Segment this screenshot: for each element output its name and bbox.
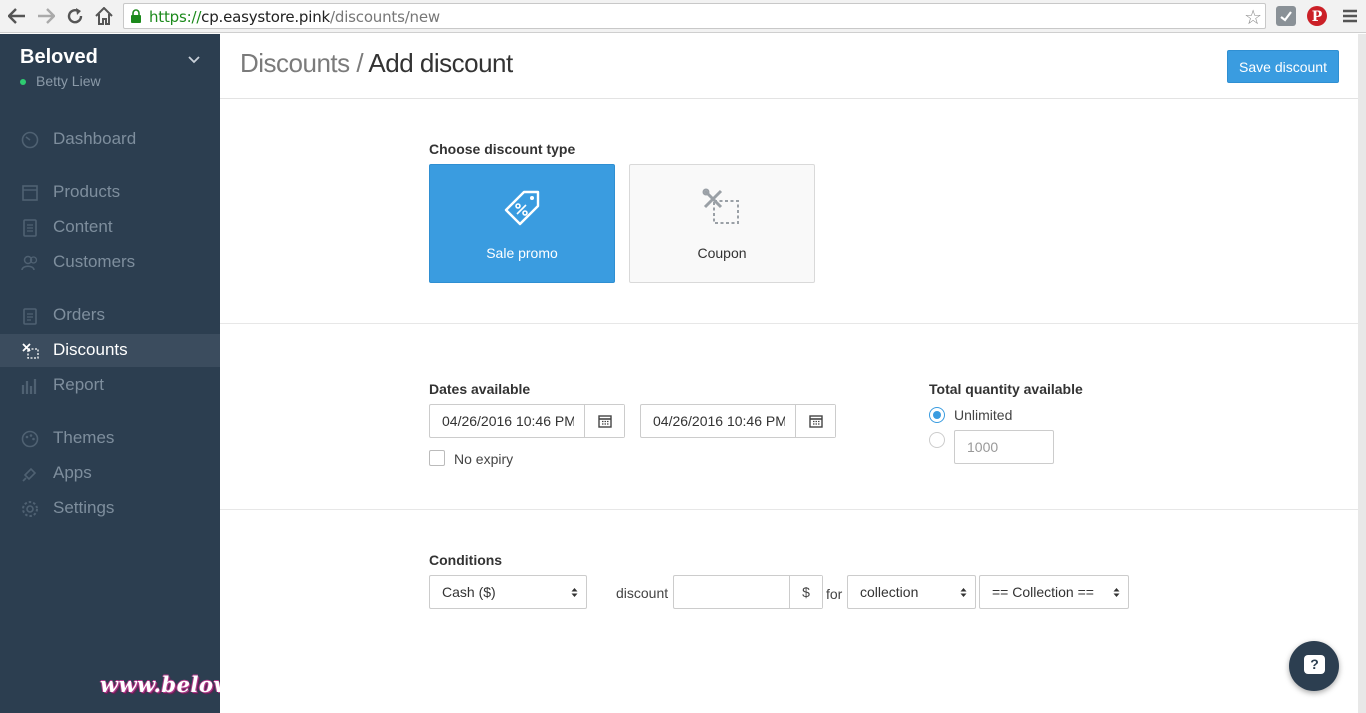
reload-icon[interactable] (63, 4, 87, 28)
section-divider (220, 323, 1358, 324)
sidebar-item-apps[interactable]: Apps (0, 457, 220, 490)
target-select[interactable]: collection (847, 575, 976, 609)
svg-text:P: P (1312, 9, 1323, 25)
pinterest-icon[interactable]: P (1307, 6, 1327, 26)
collection-value: == Collection == (992, 584, 1094, 600)
sidebar-item-orders[interactable]: Orders (0, 299, 220, 332)
start-date-input[interactable]: 04/26/2016 10:46 PM (429, 404, 625, 438)
discount-type-select[interactable]: Cash ($) (429, 575, 587, 609)
collection-select[interactable]: == Collection == (979, 575, 1129, 609)
sidebar-item-label: Apps (53, 463, 92, 482)
start-date-value: 04/26/2016 10:46 PM (442, 413, 574, 429)
bookmark-star-icon[interactable]: ☆ (1244, 5, 1262, 30)
calendar-icon[interactable] (584, 405, 624, 437)
discount-type-value: Cash ($) (442, 584, 496, 600)
scrollbar[interactable] (1358, 34, 1366, 713)
sidebar-item-report[interactable]: Report (0, 369, 220, 402)
save-discount-button[interactable]: Save discount (1227, 50, 1339, 83)
settings-icon (22, 501, 38, 517)
apps-icon (22, 467, 37, 482)
sidebar-item-themes[interactable]: Themes (0, 422, 220, 455)
quantity-limit-input[interactable]: 1000 (954, 430, 1054, 464)
for-label: for (826, 586, 843, 602)
browser-toolbar: https://cp.easystore.pink/discounts/new … (0, 0, 1366, 33)
online-status-dot (20, 79, 26, 85)
help-icon: ? (1304, 655, 1325, 674)
chrome-menu-icon[interactable] (1340, 6, 1360, 26)
sidebar-item-label: Themes (53, 428, 115, 447)
main-content: Discounts / Add discount Save discount C… (220, 34, 1358, 713)
sidebar-item-settings[interactable]: Settings (0, 492, 220, 525)
sidebar-item-label: Report (53, 375, 105, 394)
coupon-option[interactable]: Coupon (629, 164, 815, 283)
help-chat-button[interactable]: ? (1289, 641, 1339, 691)
sidebar-item-discounts[interactable]: Discounts (0, 334, 220, 367)
sidebar-item-label: Products (53, 182, 121, 201)
no-expiry-checkbox[interactable] (429, 450, 445, 466)
discount-amount-input[interactable]: $ (673, 575, 823, 609)
currency-addon: $ (789, 576, 822, 608)
sidebar-item-dashboard[interactable]: Dashboard (0, 123, 220, 156)
themes-icon (21, 430, 39, 448)
breadcrumb: Discounts / Add discount (240, 48, 513, 79)
limited-radio[interactable] (929, 432, 945, 448)
breadcrumb-separator: / (349, 48, 369, 78)
page-title: Add discount (368, 48, 513, 78)
end-date-value: 04/26/2016 10:46 PM (653, 413, 785, 429)
select-arrows-icon (571, 588, 578, 597)
sidebar-item-customers[interactable]: Customers (0, 246, 220, 279)
lock-icon (131, 9, 141, 23)
select-arrows-icon (1113, 588, 1120, 597)
no-expiry-label: No expiry (454, 451, 514, 467)
products-icon (22, 185, 38, 201)
page-header: Discounts / Add discount Save discount (220, 34, 1358, 99)
content-icon (23, 219, 37, 237)
calendar-icon[interactable] (795, 405, 835, 437)
target-value: collection (860, 584, 919, 600)
dashboard-icon (21, 131, 39, 149)
orders-icon (23, 308, 37, 325)
user-name: Betty Liew (36, 73, 101, 89)
discounts-icon (22, 343, 39, 359)
tag-percent-icon (504, 190, 540, 226)
unlimited-radio[interactable] (929, 407, 945, 423)
sidebar-item-label: Content (53, 217, 113, 236)
section-divider (220, 509, 1358, 510)
sidebar-item-label: Dashboard (53, 129, 137, 148)
option-label: Sale promo (486, 245, 558, 261)
select-arrows-icon (960, 588, 967, 597)
conditions-heading: Conditions (429, 552, 503, 568)
report-icon (21, 379, 37, 394)
forward-icon[interactable] (34, 4, 58, 28)
back-icon[interactable] (5, 4, 29, 28)
end-date-input[interactable]: 04/26/2016 10:46 PM (640, 404, 836, 438)
unlimited-label: Unlimited (954, 407, 1013, 423)
store-name[interactable]: Beloved (20, 46, 98, 69)
customers-icon (21, 255, 38, 271)
url-text: https://cp.easystore.pink/discounts/new (149, 8, 440, 26)
quantity-heading: Total quantity available (929, 381, 1083, 397)
sidebar-item-label: Settings (53, 498, 115, 517)
discount-type-heading: Choose discount type (429, 141, 576, 157)
chevron-down-icon[interactable] (186, 52, 202, 68)
quantity-limit-placeholder: 1000 (967, 439, 999, 455)
extension-check-icon[interactable] (1276, 6, 1296, 26)
breadcrumb-discounts-link[interactable]: Discounts (240, 48, 350, 78)
scissors-coupon-icon (702, 188, 739, 224)
discount-label: discount (616, 585, 669, 601)
sidebar-item-label: Customers (53, 252, 136, 271)
sidebar: Beloved Betty Liew Dashboard Products Co… (0, 34, 220, 713)
sidebar-item-label: Orders (53, 305, 105, 324)
dates-heading: Dates available (429, 381, 531, 397)
sidebar-item-content[interactable]: Content (0, 211, 220, 244)
address-bar[interactable]: https://cp.easystore.pink/discounts/new … (123, 3, 1266, 29)
sale-promo-option[interactable]: Sale promo (429, 164, 615, 283)
sidebar-item-label: Discounts (53, 340, 128, 359)
option-label: Coupon (697, 245, 747, 261)
home-icon[interactable] (92, 4, 116, 28)
sidebar-item-products[interactable]: Products (0, 176, 220, 209)
